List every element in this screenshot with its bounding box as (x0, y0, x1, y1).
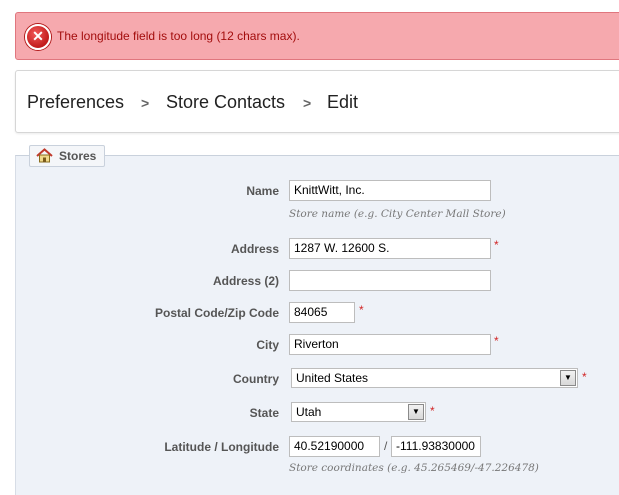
name-input[interactable]: KnittWitt, Inc. (289, 180, 491, 201)
longitude-input[interactable]: -111.93830000 (391, 436, 481, 457)
coords-separator: / (384, 439, 388, 453)
required-marker: * (582, 370, 587, 384)
breadcrumb-item-preferences[interactable]: Preferences (27, 92, 124, 113)
breadcrumb-separator: > (141, 95, 150, 111)
name-label: Name (246, 184, 279, 198)
state-select[interactable]: Utah ▼ (291, 402, 426, 422)
address-label: Address (230, 242, 279, 256)
address2-input[interactable] (289, 270, 491, 291)
breadcrumb: Preferences > Store Contacts > Edit (15, 70, 619, 133)
breadcrumb-item-edit: Edit (327, 92, 359, 112)
error-alert: ✕ The longitude field is too long (12 ch… (15, 12, 619, 60)
required-marker: * (430, 404, 435, 418)
home-icon (36, 148, 53, 169)
address2-label: Address (2) (212, 274, 279, 288)
breadcrumb-item-store-contacts[interactable]: Store Contacts (166, 92, 285, 113)
postal-label: Postal Code/Zip Code (154, 306, 279, 320)
country-select[interactable]: United States ▼ (291, 368, 578, 388)
required-marker: * (359, 303, 364, 317)
required-marker: * (494, 238, 499, 252)
country-selected-value: United States (296, 371, 369, 385)
coords-label: Latitude / Longitude (164, 440, 279, 454)
postal-input[interactable]: 84065 (289, 302, 355, 323)
required-marker: * (494, 334, 499, 348)
state-selected-value: Utah (296, 405, 322, 419)
panel-title-text: Stores (59, 149, 97, 163)
address-input[interactable]: 1287 W. 12600 S. (289, 238, 491, 259)
coords-hint: Store coordinates (e.g. 45.265469/-47.22… (289, 462, 539, 474)
city-label: City (256, 338, 279, 352)
panel-title: Stores (29, 145, 106, 169)
breadcrumb-separator: > (303, 95, 312, 111)
dropdown-arrow-icon[interactable]: ▼ (408, 404, 424, 420)
city-input[interactable]: Riverton (289, 334, 491, 355)
name-hint: Store name (e.g. City Center Mall Store) (289, 208, 506, 220)
error-message: The longitude field is too long (12 char… (57, 29, 300, 43)
dropdown-arrow-icon[interactable]: ▼ (560, 370, 576, 386)
error-icon: ✕ (25, 24, 51, 50)
state-label: State (249, 406, 279, 420)
latitude-input[interactable]: 40.52190000 (289, 436, 380, 457)
country-label: Country (233, 372, 279, 386)
